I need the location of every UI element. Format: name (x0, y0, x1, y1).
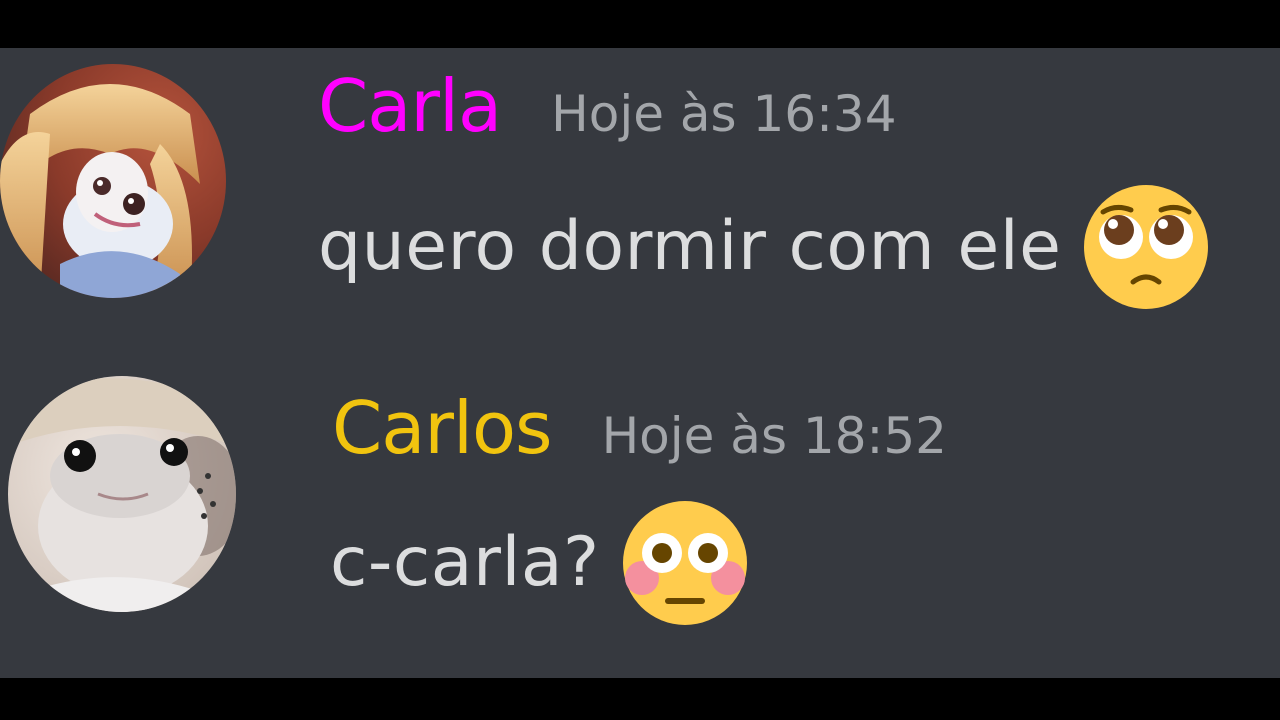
lizard-avatar-icon (8, 376, 236, 612)
pleading-face-icon (1081, 182, 1211, 312)
message-item: Carla Hoje às 16:34 quero dormir com ele (0, 48, 1280, 348)
message-body: quero dormir com ele (318, 182, 1211, 312)
timestamp: Hoje às 18:52 (601, 407, 947, 465)
letterbox-bottom (0, 678, 1280, 720)
avatar[interactable] (0, 64, 226, 298)
message-item: Carlos Hoje às 18:52 c-carla? (0, 366, 1280, 666)
message-header: Carla Hoje às 16:34 (318, 70, 897, 142)
avatar[interactable] (8, 376, 236, 612)
message-text: quero dormir com ele (318, 207, 1062, 286)
message-header: Carlos Hoje às 18:52 (332, 392, 947, 464)
message-text: c-carla? (330, 523, 600, 602)
timestamp: Hoje às 16:34 (551, 85, 897, 143)
message-body: c-carla? (330, 498, 750, 628)
blonde-lizard-avatar-icon (0, 64, 226, 298)
username[interactable]: Carla (318, 70, 502, 142)
flushed-face-icon (620, 498, 750, 628)
username[interactable]: Carlos (332, 392, 553, 464)
chat-panel: Carla Hoje às 16:34 quero dormir com ele (0, 48, 1280, 678)
